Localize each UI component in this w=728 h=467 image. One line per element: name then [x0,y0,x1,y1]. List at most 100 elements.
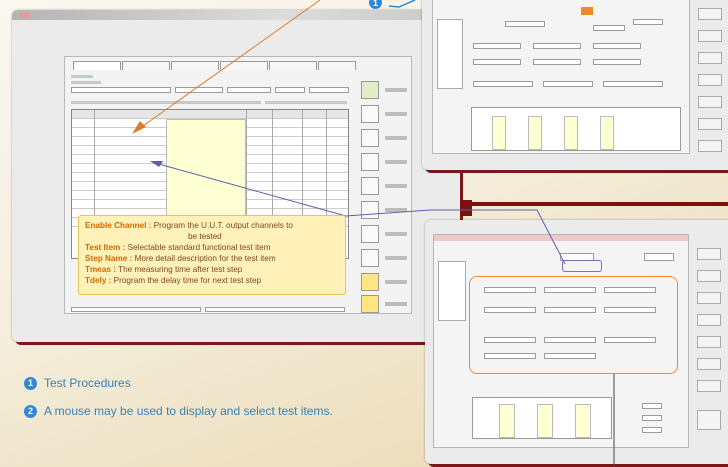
side-tool-label [385,184,407,188]
side-tool-button[interactable] [361,201,379,219]
setting-field[interactable] [505,21,545,27]
side-tool-button[interactable] [361,153,379,171]
highlight-field[interactable] [581,7,593,15]
result-table [472,397,612,439]
right-button[interactable] [698,8,722,20]
screen-one-panel [432,0,690,154]
header-field[interactable] [175,87,223,93]
step-one-badge: 1 [369,0,415,9]
tab-4[interactable] [220,61,268,70]
measure-cell[interactable] [564,116,578,150]
measure-cell[interactable] [492,116,506,150]
setting-field[interactable] [533,43,581,49]
right-button[interactable] [697,358,721,370]
tooltip-line: Tdely : Program the delay time for next … [85,276,262,285]
main-window-titlebar[interactable] [12,10,460,20]
side-tool-button[interactable] [361,295,379,313]
measure-cell[interactable] [600,116,614,150]
side-tool-button[interactable] [361,273,379,291]
channel-label [265,101,347,104]
tab-6[interactable] [318,61,356,70]
title-bar-strip [434,235,688,241]
header-field[interactable] [309,87,349,93]
side-tool-label [385,280,407,284]
caption-text: Test Procedures [44,376,131,390]
window-icon [20,12,30,18]
side-tool-label [385,232,407,236]
side-tool-label [385,112,407,116]
right-button[interactable] [697,292,721,304]
side-tool-button[interactable] [361,129,379,147]
right-button[interactable] [697,336,721,348]
setting-field[interactable] [593,43,641,49]
status-field [71,307,201,312]
side-tool-label [385,302,407,306]
result-cell[interactable] [575,404,591,438]
channel-label [71,101,261,104]
tab-5[interactable] [269,61,317,70]
field-description-tooltip: Enable Channel : Program the U.U.T. outp… [78,215,346,295]
mode-highlight [562,260,602,272]
setting-field[interactable] [533,59,581,65]
side-tool-label [385,160,407,164]
frame-divider [472,202,728,206]
side-tool-button[interactable] [361,225,379,243]
setting-field[interactable] [603,81,663,87]
header-label [71,75,93,78]
tab-2[interactable] [122,61,170,70]
result-cell[interactable] [537,404,553,438]
right-button[interactable] [698,118,722,130]
right-button[interactable] [698,96,722,108]
setting-field[interactable] [593,25,625,31]
right-button[interactable] [698,140,722,152]
header-label [71,81,101,84]
option-field[interactable] [642,403,662,409]
side-tool-label [385,208,407,212]
right-button[interactable] [698,30,722,42]
list-column [438,261,466,321]
arrow-pointer-icon [389,0,415,8]
right-button[interactable] [697,380,721,392]
program-name-field[interactable] [71,87,171,93]
side-tool-label [385,136,407,140]
caption-test-procedures: 1 Test Procedures [24,376,131,390]
status-field [205,307,345,312]
right-button[interactable] [697,314,721,326]
number-one-icon: 1 [24,376,37,390]
setting-field[interactable] [473,59,521,65]
header-field[interactable] [227,87,271,93]
right-button[interactable] [698,52,722,64]
option-field[interactable] [642,415,662,421]
tooltip-line: Step Name : More detail description for … [85,254,276,263]
right-button[interactable] [697,248,721,260]
side-tool-button[interactable] [361,249,379,267]
side-tool-button[interactable] [361,81,379,99]
tab-3[interactable] [171,61,219,70]
mode-field[interactable] [644,253,674,261]
setting-field[interactable] [473,81,533,87]
setting-field[interactable] [473,43,521,49]
tooltip-line: be tested [188,232,222,241]
tab-1[interactable] [73,61,121,70]
measure-cell[interactable] [528,116,542,150]
setting-field[interactable] [633,19,663,25]
right-button[interactable] [697,270,721,282]
frame-divider [460,200,472,216]
side-tool-button[interactable] [361,177,379,195]
setting-field[interactable] [543,81,593,87]
tooltip-line: Enable Channel : Program the U.U.T. outp… [85,221,293,230]
right-button[interactable] [698,74,722,86]
option-field[interactable] [642,427,662,433]
side-tool-label [385,256,407,260]
side-tool-button[interactable] [361,105,379,123]
setting-field[interactable] [593,59,641,65]
highlight-frame [469,276,678,374]
result-cell[interactable] [499,404,515,438]
right-button[interactable] [697,410,721,430]
tooltip-line: Tmeas : The measuring time after test st… [85,265,243,274]
list-column [437,19,463,89]
header-field[interactable] [275,87,305,93]
number-two-icon: 2 [24,404,37,418]
side-tool-label [385,88,407,92]
tooltip-line: Test Item : Selectable standard function… [85,243,271,252]
